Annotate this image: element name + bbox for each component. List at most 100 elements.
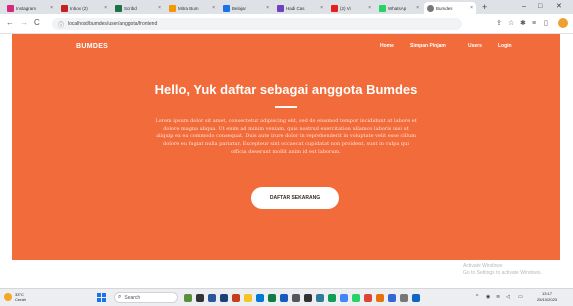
close-window-button[interactable]: ✕ bbox=[556, 2, 562, 11]
forward-button[interactable]: → bbox=[20, 18, 28, 28]
wifi-icon[interactable]: ≋ bbox=[496, 293, 500, 301]
tab-label: Mitra Bum bbox=[178, 5, 199, 11]
tab-favicon-icon bbox=[427, 4, 434, 12]
file-explorer-icon[interactable] bbox=[244, 294, 252, 302]
battery-icon[interactable]: ▭ bbox=[518, 293, 523, 301]
tab-close-icon[interactable]: × bbox=[470, 5, 473, 11]
reading-list-icon[interactable]: ≡ bbox=[532, 19, 536, 28]
watermark-subtitle: Go to Settings to activate Windows. bbox=[463, 270, 542, 276]
powerpoint-icon[interactable] bbox=[232, 294, 240, 302]
tray-app-icon[interactable]: ◉ bbox=[486, 293, 490, 301]
tab-close-icon[interactable]: × bbox=[212, 5, 215, 11]
title-divider bbox=[275, 106, 297, 108]
copilot-icon[interactable] bbox=[208, 294, 216, 302]
watermark-title: Activate Windows bbox=[463, 263, 503, 269]
weather-widget[interactable]: 33°C Cerah bbox=[4, 292, 26, 302]
tab-favicon-icon bbox=[331, 4, 338, 12]
tab-favicon-icon bbox=[115, 4, 122, 12]
teams-icon[interactable] bbox=[220, 294, 228, 302]
nav-login[interactable]: Login bbox=[498, 43, 512, 49]
windows-start-icon[interactable] bbox=[97, 293, 106, 302]
tab-label: Bumdes bbox=[436, 5, 453, 11]
tab-close-icon[interactable]: × bbox=[158, 5, 161, 11]
tab-favicon-icon bbox=[7, 4, 14, 12]
site-brand[interactable]: BUMDES bbox=[76, 43, 108, 50]
tab-label: (2) Vi bbox=[340, 5, 351, 11]
tab-favicon-icon bbox=[277, 4, 284, 12]
browser-tab-strip: Instagram × Inbox (2) × Scribd × Mitra B… bbox=[0, 0, 573, 14]
search-icon: ⌕ bbox=[118, 294, 122, 300]
tab-label: Scribd bbox=[124, 5, 137, 11]
tray-chevron-icon[interactable]: ^ bbox=[476, 293, 478, 301]
share-icon[interactable]: ⇪ bbox=[496, 19, 502, 28]
hero-title: Hello, Yuk daftar sebagai anggota Bumdes bbox=[154, 82, 418, 97]
minimize-button[interactable]: – bbox=[522, 2, 526, 11]
clock-date: 25/10/2023 bbox=[537, 297, 558, 302]
tab-label: WhatsAp bbox=[388, 5, 407, 11]
side-panel-icon[interactable]: ▯ bbox=[544, 19, 548, 28]
hero-section: BUMDES Home Simpan Pinjam Users Login He… bbox=[12, 34, 560, 260]
excel-icon[interactable] bbox=[268, 294, 276, 302]
browser-tab[interactable]: Hadi Cas × bbox=[274, 2, 326, 14]
app-icon[interactable] bbox=[400, 294, 408, 302]
browser-tab[interactable]: WhatsAp × bbox=[376, 2, 422, 14]
tab-close-icon[interactable]: × bbox=[104, 5, 107, 11]
register-now-button[interactable]: DAFTAR SEKARANG bbox=[251, 187, 339, 209]
tab-close-icon[interactable]: × bbox=[368, 5, 371, 11]
word-icon[interactable] bbox=[280, 294, 288, 302]
app-icon[interactable] bbox=[328, 294, 336, 302]
url-text[interactable]: localhost/bumdes/user/anggota/frontend bbox=[68, 21, 157, 27]
chrome-icon[interactable] bbox=[364, 294, 372, 302]
vscode-icon[interactable] bbox=[388, 294, 396, 302]
reload-button[interactable]: C bbox=[34, 18, 40, 28]
address-bar[interactable]: ⓘ localhost/bumdes/user/anggota/frontend bbox=[52, 18, 462, 30]
browser-tab[interactable]: Belajar × bbox=[220, 2, 272, 14]
widgets-app-icon[interactable] bbox=[184, 294, 192, 302]
tab-label: Inbox (2) bbox=[70, 5, 88, 11]
store-icon[interactable] bbox=[292, 294, 300, 302]
tab-favicon-icon bbox=[223, 4, 230, 12]
extensions-icon[interactable]: ✱ bbox=[520, 19, 526, 28]
taskbar-clock[interactable]: 13:17 25/10/2023 bbox=[537, 291, 557, 303]
tab-close-icon[interactable]: × bbox=[416, 5, 419, 11]
hero-description: Lorem ipsum dolor sit amet, consectetur … bbox=[155, 118, 417, 155]
search-placeholder: Search bbox=[124, 294, 141, 301]
tab-label: Belajar bbox=[232, 5, 247, 11]
app-icon[interactable] bbox=[412, 294, 420, 302]
nav-home[interactable]: Home bbox=[380, 43, 394, 49]
back-button[interactable]: ← bbox=[6, 18, 14, 28]
browser-tab-active[interactable]: Bumdes × bbox=[424, 2, 476, 14]
nav-simpan-pinjam[interactable]: Simpan Pinjam bbox=[410, 43, 446, 49]
browser-tab[interactable]: Inbox (2) × bbox=[58, 2, 110, 14]
sun-icon bbox=[4, 293, 12, 301]
browser-tab[interactable]: Scribd × bbox=[112, 2, 164, 14]
taskbar-search[interactable]: ⌕ Search bbox=[114, 292, 178, 303]
browser-tab[interactable]: (2) Vi × bbox=[328, 2, 374, 14]
nav-users[interactable]: Users bbox=[468, 43, 482, 49]
profile-avatar[interactable] bbox=[558, 18, 568, 28]
task-view-icon[interactable] bbox=[196, 294, 204, 302]
maximize-button[interactable]: □ bbox=[538, 2, 542, 11]
new-tab-button[interactable]: + bbox=[482, 2, 487, 12]
app-icon[interactable] bbox=[316, 294, 324, 302]
edge-icon[interactable] bbox=[256, 294, 264, 302]
site-info-icon[interactable]: ⓘ bbox=[58, 20, 64, 29]
tab-favicon-icon bbox=[379, 4, 386, 12]
app-icon[interactable] bbox=[340, 294, 348, 302]
browser-tab[interactable]: Mitra Bum × bbox=[166, 2, 218, 14]
browser-tab[interactable]: Instagram × bbox=[4, 2, 56, 14]
bookmark-star-icon[interactable]: ☆ bbox=[508, 19, 514, 28]
tab-close-icon[interactable]: × bbox=[320, 5, 323, 11]
tab-favicon-icon bbox=[169, 4, 176, 12]
app-icon[interactable] bbox=[376, 294, 384, 302]
weather-condition: Cerah bbox=[15, 297, 26, 302]
tab-close-icon[interactable]: × bbox=[50, 5, 53, 11]
tab-label: Hadi Cas bbox=[286, 5, 305, 11]
browser-toolbar: ← → C ⓘ localhost/bumdes/user/anggota/fr… bbox=[0, 14, 573, 34]
windows-taskbar: 33°C Cerah ⌕ Search ^ ◉ ≋ ◁ ▭ 13:17 25/1… bbox=[0, 288, 573, 306]
terminal-icon[interactable] bbox=[304, 294, 312, 302]
tab-close-icon[interactable]: × bbox=[266, 5, 269, 11]
volume-icon[interactable]: ◁ bbox=[506, 293, 510, 301]
tab-favicon-icon bbox=[61, 4, 68, 12]
whatsapp-icon[interactable] bbox=[352, 294, 360, 302]
